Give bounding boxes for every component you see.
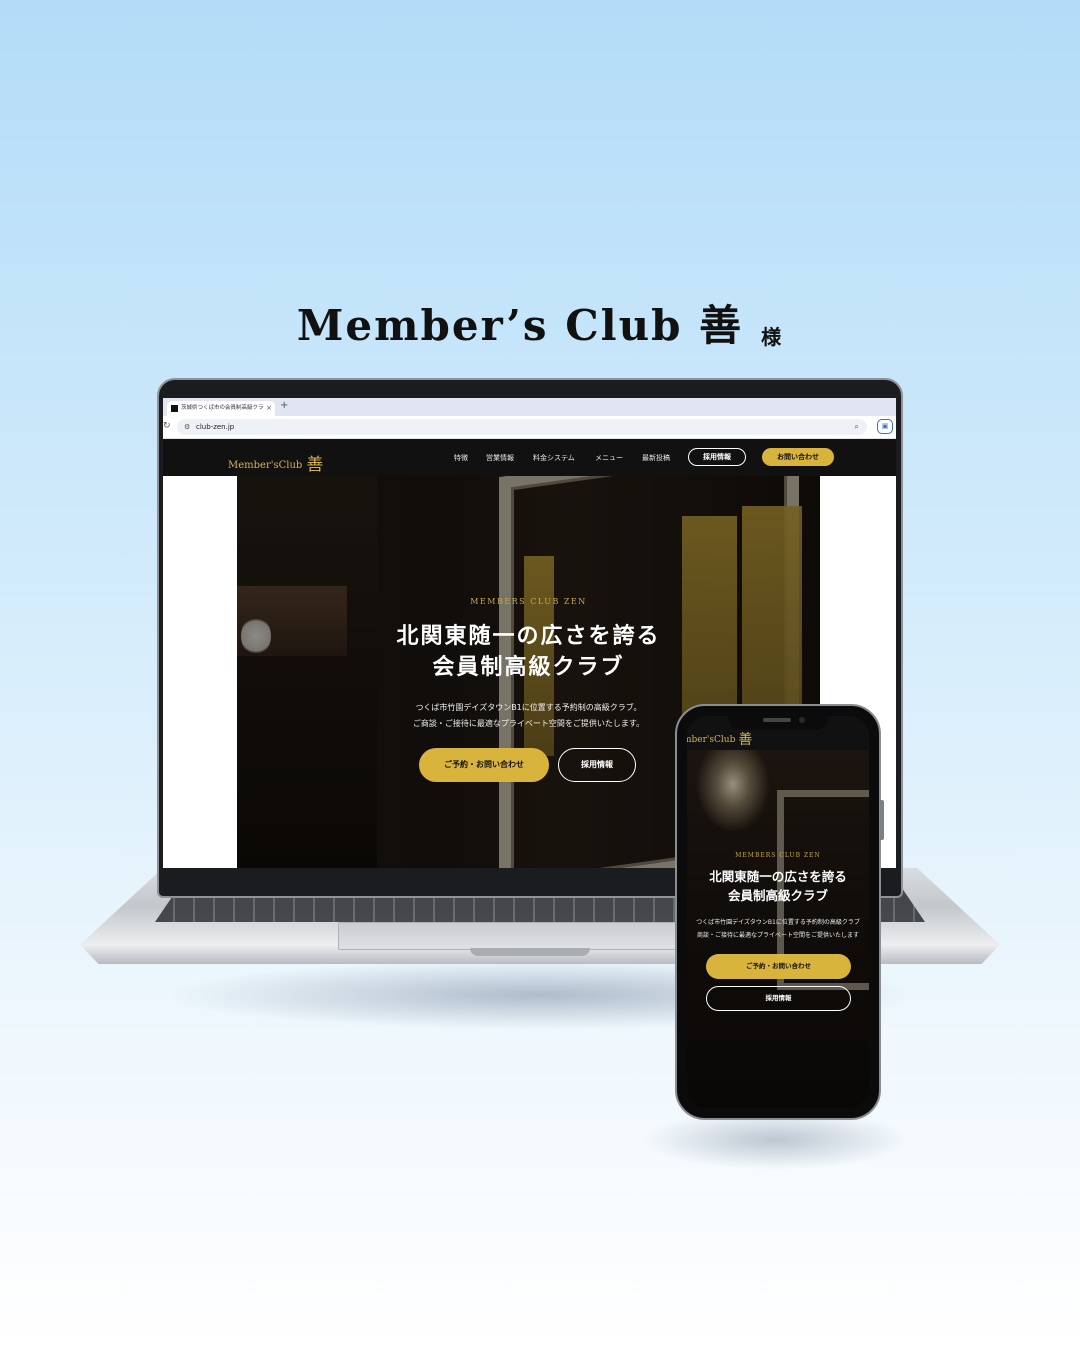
recruit-button[interactable]: 採用情報	[558, 748, 636, 782]
reload-icon[interactable]: ↻	[163, 421, 171, 431]
hero-subtitle: MEMBERS CLUB ZEN	[470, 597, 587, 606]
nav-recruit-button[interactable]: 採用情報	[688, 448, 746, 466]
honorific: 様	[761, 325, 784, 349]
hero-title-line: 会員制高級クラブ	[432, 654, 625, 680]
nav-item-business-info[interactable]: 営業情報	[486, 453, 514, 463]
mobile-hero-title-line: 北関東随一の広さを誇る	[709, 869, 847, 884]
extension-icon[interactable]: ▣	[877, 419, 893, 434]
browser-tabbar: 茨城県つくば市の会員制高級クラ × +	[163, 398, 896, 416]
address-bar[interactable]: ⚙ club-zen.jp ⌕	[177, 419, 867, 435]
mobile-desc-line: 商談・ご接待に最適なプライベート空間をご提供いたします	[696, 932, 859, 939]
phone-camera-icon	[799, 717, 805, 723]
new-tab-button[interactable]: +	[280, 400, 288, 411]
phone-side-button	[880, 800, 884, 840]
mobile-logo-kanji: 善	[738, 732, 753, 748]
phone-speaker	[763, 718, 791, 722]
mobile-hero-description: つくば市竹園デイズタウンB1に位置する予約制の高級クラブ 商談・ご接待に最適なプ…	[687, 916, 869, 942]
mobile-hero-subtitle: MEMBERS CLUB ZEN	[735, 852, 821, 859]
mobile-logo-text: mber'sClub	[687, 735, 736, 745]
nav-item-latest-posts[interactable]: 最新投稿	[642, 453, 670, 463]
browser-tab[interactable]: 茨城県つくば市の会員制高級クラ ×	[167, 401, 275, 416]
mobile-recruit-button[interactable]: 採用情報	[706, 986, 851, 1011]
browser-toolbar: ↻ ⚙ club-zen.jp ⌕ ▣	[163, 416, 896, 439]
mobile-desc-line: つくば市竹園デイズタウンB1に位置する予約制の高級クラブ	[696, 919, 860, 926]
mobile-hero-title: 北関東随一の広さを誇る 会員制高級クラブ	[687, 867, 869, 905]
site-logo[interactable]: Member'sClub 善	[228, 450, 323, 475]
url-text: club-zen.jp	[196, 423, 235, 431]
nav-item-menu[interactable]: メニュー	[595, 453, 623, 463]
favicon-icon	[171, 405, 178, 412]
phone-screen: mber'sClub 善 MEMBERS CLUB ZEN 北関東随一の広さを誇る…	[687, 716, 869, 1108]
nav-item-pricing[interactable]: 料金システム	[533, 453, 575, 463]
mobile-reserve-contact-button[interactable]: ご予約・お問い合わせ	[706, 954, 851, 979]
site-settings-icon[interactable]: ⚙	[184, 419, 190, 435]
client-name: Member’s Club 善	[296, 301, 744, 350]
tab-title: 茨城県つくば市の会員制高級クラ	[181, 405, 264, 411]
logo-kanji: 善	[306, 455, 324, 475]
reserve-contact-button[interactable]: ご予約・お問い合わせ	[419, 748, 549, 782]
nav-contact-button[interactable]: お問い合わせ	[762, 448, 834, 466]
mobile-logo[interactable]: mber'sClub 善	[687, 729, 752, 749]
hero-title: 北関東随一の広さを誇る 会員制高級クラブ	[237, 621, 820, 683]
laptop-lip	[470, 948, 590, 956]
hero-title-line: 北関東随一の広さを誇る	[396, 623, 661, 649]
zoom-icon[interactable]: ⌕	[855, 419, 859, 435]
close-icon[interactable]: ×	[266, 401, 272, 416]
site-header: Member'sClub 善 特徴 営業情報 料金システム メニュー 最新投稿 採…	[163, 439, 896, 476]
logo-text: Member'sClub	[228, 460, 303, 471]
page-headline: Member’s Club 善様	[0, 292, 1080, 353]
mobile-hero-title-line: 会員制高級クラブ	[727, 888, 828, 903]
nav-item-features[interactable]: 特徴	[454, 453, 468, 463]
